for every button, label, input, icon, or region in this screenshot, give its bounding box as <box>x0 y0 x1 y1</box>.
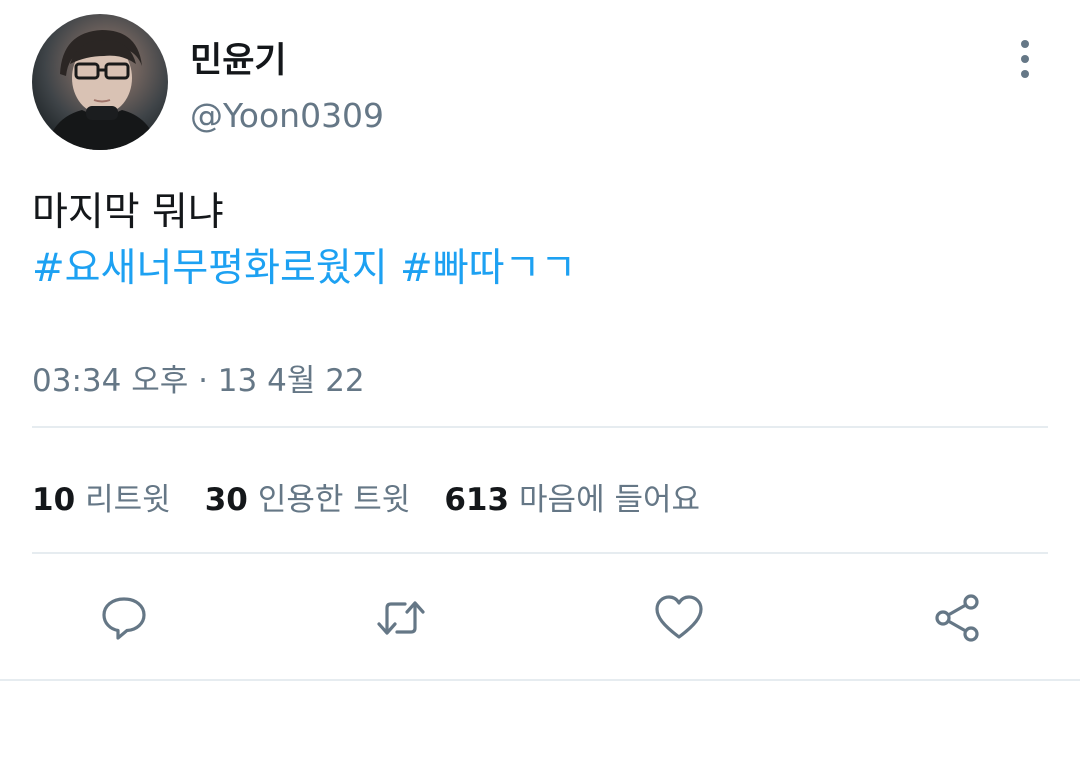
reply-icon <box>102 597 146 640</box>
like-count-link[interactable]: 613 마음에 들어요 <box>444 474 700 519</box>
retweet-count: 10 <box>32 482 76 518</box>
hashtag-link[interactable]: #빠따ㄱㄱ <box>400 246 576 291</box>
retweet-button[interactable] <box>373 590 429 646</box>
reply-button[interactable] <box>96 590 152 646</box>
like-count: 613 <box>444 482 510 518</box>
divider <box>32 426 1048 428</box>
hashtag-line: #요새너무평화로웠지 #빠따ㄱㄱ <box>32 241 576 297</box>
tweet-stats: 10 리트윗 30 인용한 트윗 613 마음에 들어요 <box>32 474 700 519</box>
retweet-count-link[interactable]: 10 리트윗 <box>32 474 171 519</box>
share-button[interactable] <box>929 590 985 646</box>
quote-label: 인용한 트윗 <box>257 482 411 518</box>
more-options-icon[interactable] <box>1004 38 1046 80</box>
quote-count: 30 <box>204 482 248 518</box>
tweet-detail: 민윤기 @Yoon0309 마지막 뭐냐 #요새너무평화로웠지 #빠따ㄱㄱ 03… <box>0 0 1080 779</box>
divider <box>32 552 1048 554</box>
divider <box>0 679 1080 681</box>
retweet-icon <box>377 601 425 635</box>
like-icon <box>655 595 703 639</box>
like-button[interactable] <box>651 590 707 646</box>
quote-count-link[interactable]: 30 인용한 트윗 <box>205 474 411 519</box>
retweet-label: 리트윗 <box>85 482 171 518</box>
tweet-body: 마지막 뭐냐 #요새너무평화로웠지 #빠따ㄱㄱ <box>32 185 576 297</box>
tweet-text: 마지막 뭐냐 <box>32 190 224 235</box>
like-label: 마음에 들어요 <box>519 482 701 518</box>
avatar[interactable] <box>32 14 168 150</box>
user-handle[interactable]: @Yoon0309 <box>190 96 384 135</box>
display-name[interactable]: 민윤기 <box>190 32 287 83</box>
share-icon <box>935 594 979 642</box>
tweet-timestamp: 03:34 오후 · 13 4월 22 <box>32 363 365 399</box>
hashtag-link[interactable]: #요새너무평화로웠지 <box>32 246 388 291</box>
